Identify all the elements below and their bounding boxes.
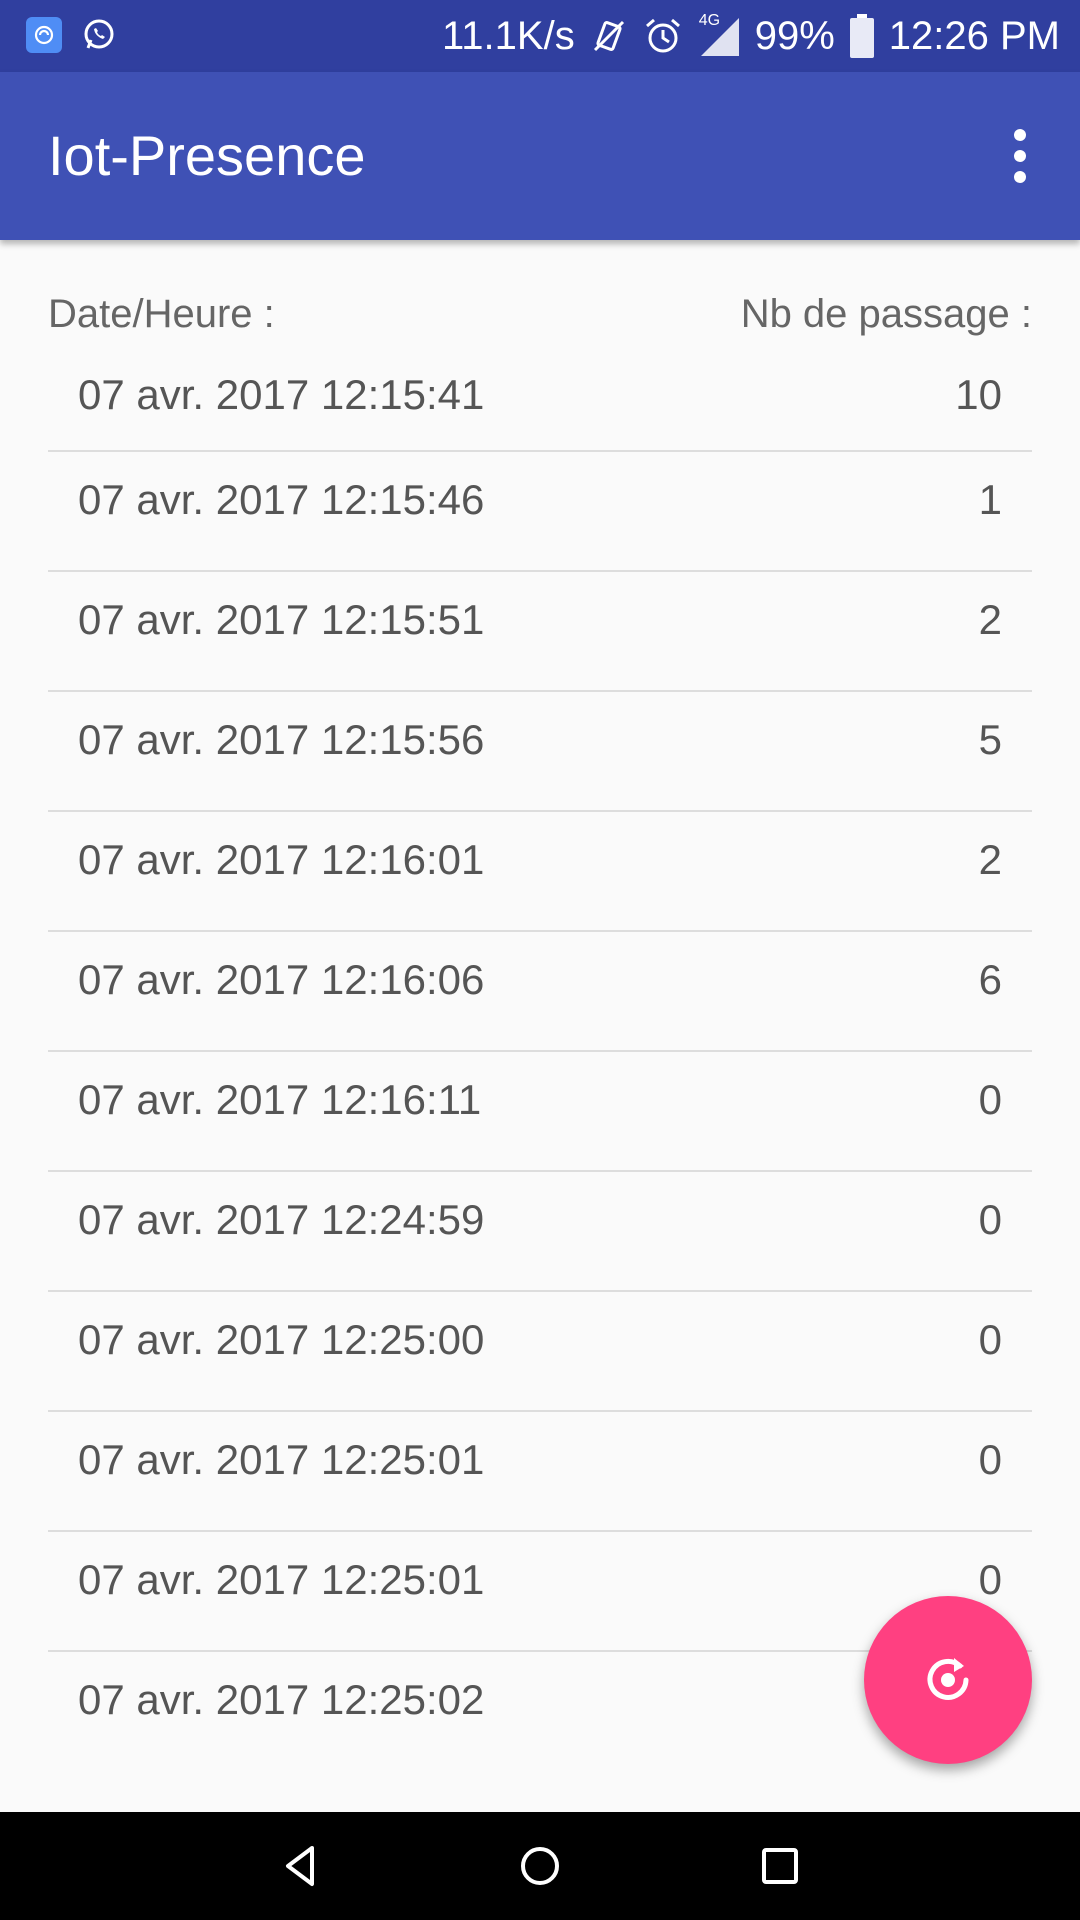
list-item[interactable]: 07 avr. 2017 12:15:56 5: [48, 692, 1032, 812]
row-count: 1: [978, 476, 1002, 523]
battery-percent: 99%: [754, 13, 835, 58]
list-item[interactable]: 07 avr. 2017 12:15:46 1: [48, 452, 1032, 572]
row-count: 6: [978, 956, 1002, 1003]
list-header: Date/Heure : Nb de passage :: [48, 292, 1032, 337]
refresh-fab-button[interactable]: [864, 1596, 1032, 1764]
list-item[interactable]: 07 avr. 2017 12:15:51 2: [48, 572, 1032, 692]
presence-list[interactable]: 07 avr. 2017 12:15:41 10 07 avr. 2017 12…: [48, 360, 1032, 1770]
row-date: 07 avr. 2017 12:25:00: [78, 1316, 485, 1363]
list-item[interactable]: 07 avr. 2017 12:15:41 10: [48, 360, 1032, 452]
row-date: 07 avr. 2017 12:25:01: [78, 1436, 485, 1483]
count-column-header: Nb de passage :: [740, 292, 1032, 336]
row-date: 07 avr. 2017 12:25:01: [78, 1556, 485, 1603]
row-date: 07 avr. 2017 12:24:59: [78, 1196, 485, 1243]
row-date: 07 avr. 2017 12:15:51: [78, 596, 485, 643]
row-count: 2: [978, 836, 1002, 883]
home-icon[interactable]: [508, 1834, 572, 1898]
signal-icon: 4G: [697, 12, 741, 58]
list-item[interactable]: 07 avr. 2017 12:25:00 0: [48, 1292, 1032, 1412]
row-count: 0: [978, 1196, 1002, 1243]
row-date: 07 avr. 2017 12:16:11: [78, 1076, 482, 1123]
vibrate-off-icon: [589, 16, 629, 56]
more-vert-icon[interactable]: [980, 116, 1060, 196]
row-count: 10: [955, 371, 1002, 418]
list-item[interactable]: 07 avr. 2017 12:16:01 2: [48, 812, 1032, 932]
battery-icon: [849, 14, 875, 58]
network-type: 4G: [698, 12, 721, 29]
row-date: 07 avr. 2017 12:15:56: [78, 716, 485, 763]
list-item[interactable]: 07 avr. 2017 12:16:11 0: [48, 1052, 1032, 1172]
row-date: 07 avr. 2017 12:16:06: [78, 956, 485, 1003]
app-bar: Iot-Presence: [0, 72, 1080, 240]
network-speed: 11.1K/s: [442, 13, 575, 58]
navigation-bar: [0, 1812, 1080, 1920]
row-count: 2: [978, 596, 1002, 643]
row-count: 0: [978, 1076, 1002, 1123]
app-notification-icon: [26, 17, 62, 53]
refresh-icon: [920, 1650, 976, 1711]
back-icon[interactable]: [268, 1834, 332, 1898]
app-title: Iot-Presence: [48, 124, 366, 187]
clock: 12:26 PM: [888, 13, 1060, 58]
list-item[interactable]: 07 avr. 2017 12:16:06 6: [48, 932, 1032, 1052]
row-count: 0: [978, 1436, 1002, 1483]
list-item[interactable]: 07 avr. 2017 12:25:01 0: [48, 1412, 1032, 1532]
status-bar: 11.1K/s 4G 99% 12:26 PM: [0, 0, 1080, 72]
row-count: 5: [978, 716, 1002, 763]
row-date: 07 avr. 2017 12:15:46: [78, 476, 485, 523]
presence-list-screen: Date/Heure : Nb de passage : 07 avr. 201…: [0, 240, 1080, 1812]
row-count: 0: [978, 1316, 1002, 1363]
row-date: 07 avr. 2017 12:15:41: [78, 371, 485, 418]
row-date: 07 avr. 2017 12:25:02: [78, 1676, 485, 1723]
date-column-header: Date/Heure :: [48, 292, 275, 336]
alarm-icon: [643, 16, 683, 56]
list-item[interactable]: 07 avr. 2017 12:24:59 0: [48, 1172, 1032, 1292]
whatsapp-icon: [80, 16, 118, 54]
row-date: 07 avr. 2017 12:16:01: [78, 836, 485, 883]
recents-icon[interactable]: [748, 1834, 812, 1898]
